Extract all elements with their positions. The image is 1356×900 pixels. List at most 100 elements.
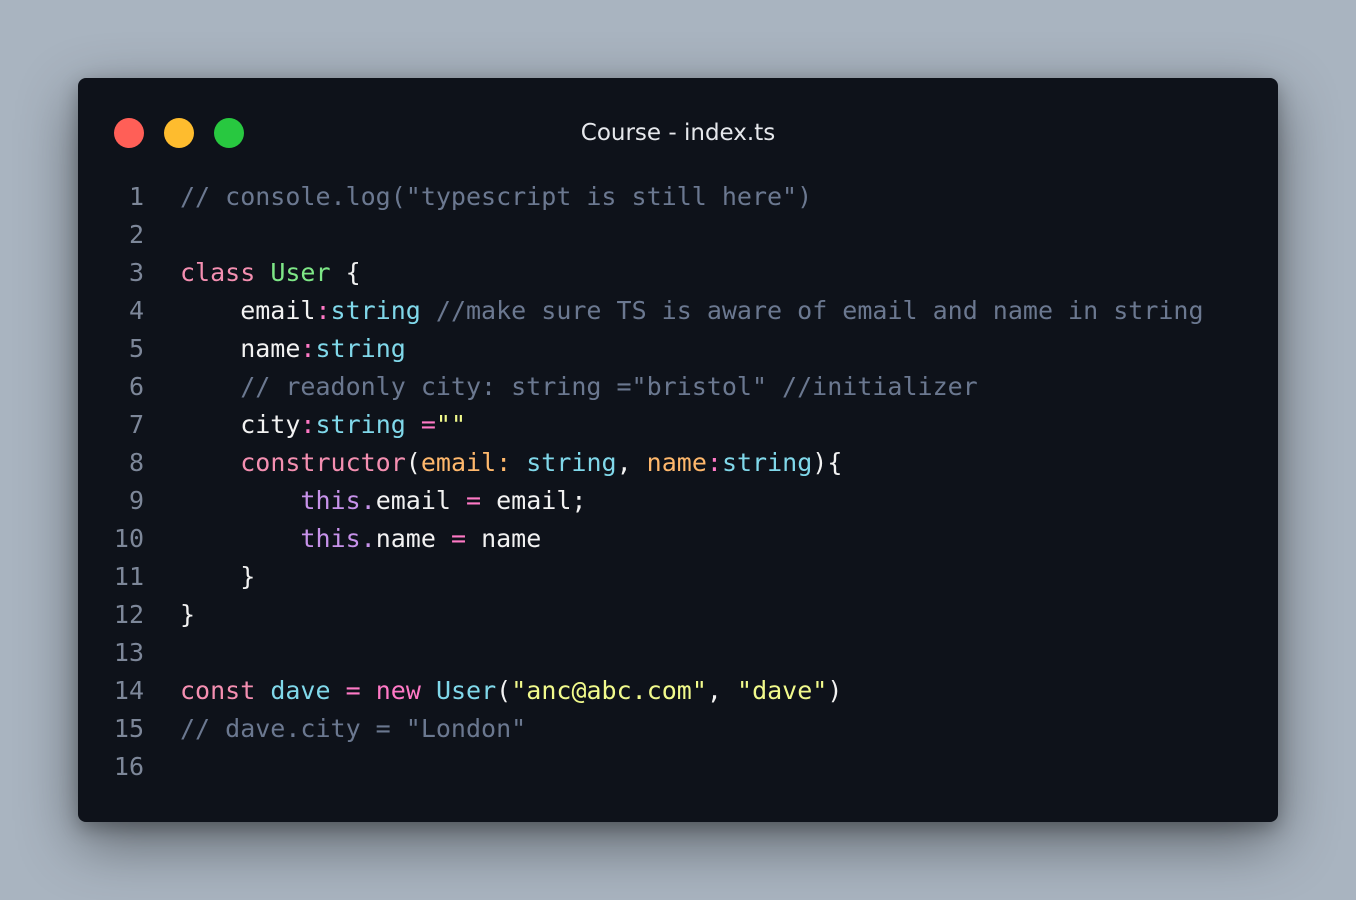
code-line: 11 } — [78, 558, 1278, 596]
code-token-this: this — [300, 486, 361, 515]
line-number: 5 — [128, 334, 144, 363]
line-number: 14 — [113, 676, 144, 705]
code-token-string: "dave" — [737, 676, 828, 705]
code-line: 1 // console.log("typescript is still her… — [78, 178, 1278, 216]
line-number: 8 — [128, 448, 144, 477]
code-token-punct: ( — [405, 448, 421, 477]
line-source: city:string ="" — [180, 406, 466, 444]
line-number: 4 — [128, 296, 144, 325]
line-source: email:string //make sure TS is aware of … — [180, 292, 1203, 330]
code-token-keyword: class — [180, 258, 256, 287]
line-source: // readonly city: string ="bristol" //in… — [180, 368, 978, 406]
code-token-type: string — [526, 448, 617, 477]
code-token-param: email — [420, 448, 497, 477]
line-source: } — [180, 558, 255, 596]
code-token-colon: : — [300, 410, 316, 439]
code-line: 7 city:string ="" — [78, 406, 1278, 444]
code-token-colon: : — [300, 334, 316, 363]
code-token-colon: : — [706, 448, 722, 477]
code-token-new: new — [375, 676, 421, 705]
code-token-comment: // dave.city = "London" — [180, 714, 527, 743]
line-source: class User { — [180, 254, 361, 292]
code-token-type: string — [315, 334, 406, 363]
code-token-plain: name — [180, 334, 301, 363]
code-window: Course - index.ts 1 // console.log("types… — [78, 78, 1278, 822]
code-token-punct: } — [180, 562, 256, 591]
code-token-type: dave — [270, 676, 331, 705]
line-number: 1 — [128, 182, 144, 211]
code-line: 3 class User { — [78, 254, 1278, 292]
line-source: // dave.city = "London" — [180, 710, 526, 748]
code-token-comment: // console.log("typescript is still here… — [180, 182, 813, 211]
code-line: 15 // dave.city = "London" — [78, 710, 1278, 748]
code-token-type: string — [330, 296, 421, 325]
code-token-op: = — [420, 410, 436, 439]
line-source: } — [180, 596, 195, 634]
code-line: 14 const dave = new User("anc@abc.com", "… — [78, 672, 1278, 710]
line-source: this.name = name — [180, 520, 541, 558]
code-token-plain: name — [466, 524, 542, 553]
line-number: 9 — [128, 486, 144, 515]
code-token-punct: } — [180, 600, 196, 629]
code-token-keyword: constructor — [240, 448, 406, 477]
line-number: 13 — [113, 638, 144, 667]
line-number: 16 — [113, 752, 144, 781]
code-line: 4 email:string //make sure TS is aware o… — [78, 292, 1278, 330]
code-line: 13 — [78, 634, 1278, 672]
code-token-plain: email — [180, 296, 316, 325]
code-token-this: . — [360, 524, 376, 553]
line-number: 7 — [128, 410, 144, 439]
code-token-plain: city — [180, 410, 301, 439]
code-token-plain: email — [375, 486, 467, 515]
code-line: 9 this.email = email; — [78, 482, 1278, 520]
window-title: Course - index.ts — [580, 120, 776, 146]
code-token-punct: { — [330, 258, 361, 287]
line-number: 3 — [128, 258, 144, 287]
line-number: 2 — [128, 220, 144, 249]
line-number: 15 — [113, 714, 144, 743]
code-line: 8 constructor(email: string, name:string… — [78, 444, 1278, 482]
code-token-type: string — [721, 448, 813, 477]
window-titlebar: Course - index.ts — [78, 78, 1278, 188]
code-line: 5 name:string — [78, 330, 1278, 368]
code-token-punct: ){ — [812, 448, 843, 477]
code-line: 16 — [78, 748, 1278, 786]
code-line: 2 — [78, 216, 1278, 254]
code-token-colon: : — [315, 296, 331, 325]
code-token-type: string — [315, 410, 406, 439]
code-token-plain: name — [375, 524, 451, 553]
code-token-punct: , — [706, 676, 738, 705]
code-token-string: "" — [435, 410, 467, 439]
code-token-punct: ) — [827, 676, 843, 705]
code-line: 6 // readonly city: string ="bristol" //… — [78, 368, 1278, 406]
code-token-type: User — [435, 676, 497, 705]
code-token-punct: ( — [496, 676, 512, 705]
code-token-comment: // readonly city: string ="bristol" //in… — [180, 372, 978, 401]
line-number: 12 — [113, 600, 144, 629]
line-source: this.email = email; — [180, 482, 586, 520]
code-token-plain: email; — [481, 486, 587, 515]
code-token-param: name — [646, 448, 707, 477]
code-token-param: : — [496, 448, 512, 477]
code-token-string: "anc@abc.com" — [511, 676, 707, 705]
code-line: 10 this.name = name — [78, 520, 1278, 558]
line-number: 6 — [128, 372, 144, 401]
code-editor: 1 // console.log("typescript is still her… — [78, 178, 1278, 786]
code-token-classname: User — [270, 258, 331, 287]
code-token-op: = — [345, 676, 361, 705]
line-source: // console.log("typescript is still here… — [180, 178, 812, 216]
line-source: const dave = new User("anc@abc.com", "da… — [180, 672, 842, 710]
line-number: 10 — [113, 524, 144, 553]
code-token-keyword: const — [180, 676, 256, 705]
